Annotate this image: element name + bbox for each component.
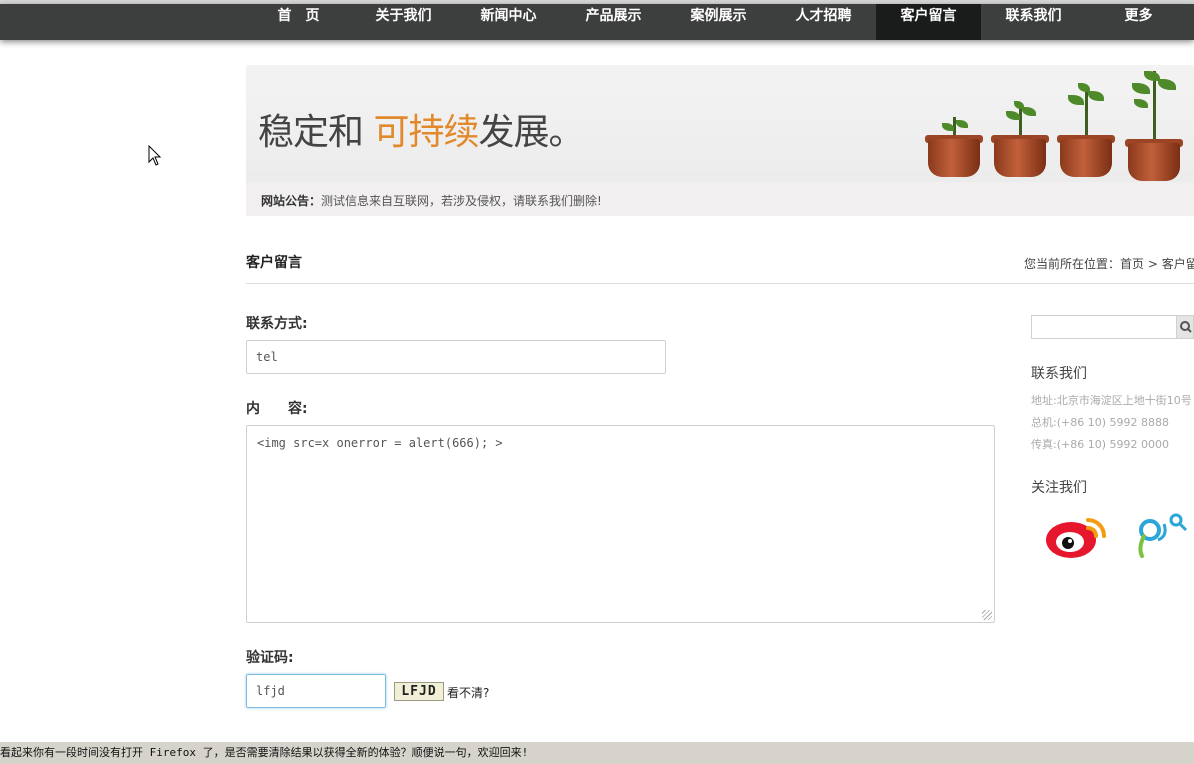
- contact-label: 联系方式:: [246, 316, 308, 332]
- search-icon: [1180, 321, 1192, 333]
- plant-pot-icon: [1125, 65, 1183, 181]
- nav-about[interactable]: 关于我们: [351, 4, 456, 40]
- plant-pot-icon: [1057, 65, 1115, 177]
- contact-input[interactable]: tel: [246, 340, 666, 374]
- nav-cases[interactable]: 案例展示: [666, 4, 771, 40]
- nav-home[interactable]: 首 页: [246, 4, 351, 40]
- site-notice: 网站公告：测试信息来自互联网，若涉及侵权，请联系我们删除!: [246, 182, 1194, 216]
- breadcrumb-home-link[interactable]: 首页: [1120, 257, 1144, 271]
- captcha-label: 验证码:: [246, 650, 294, 666]
- notice-text: 测试信息来自互联网，若涉及侵权，请联系我们删除!: [321, 194, 602, 208]
- nav-news[interactable]: 新闻中心: [456, 4, 561, 40]
- breadcrumb: 您当前所在位置：首页 > 客户留言: [1024, 257, 1194, 271]
- mouse-cursor-icon: [148, 145, 162, 166]
- captcha-refresh-link[interactable]: 看不清?: [447, 684, 489, 701]
- weibo-icon[interactable]: [1044, 506, 1110, 560]
- banner: 稳定和 可持续发展。: [246, 65, 1194, 182]
- sidebar-contact-heading: 联系我们: [1031, 366, 1087, 382]
- plant-pot-icon: [925, 65, 983, 177]
- nav-more[interactable]: 更多: [1086, 4, 1191, 40]
- page-title: 客户留言: [246, 255, 302, 271]
- tencent-weibo-icon[interactable]: [1134, 510, 1190, 558]
- resize-handle-icon[interactable]: [982, 610, 992, 620]
- sidebar-address: 地址:北京市海淀区上地十街10号: [1031, 394, 1192, 407]
- search-button[interactable]: [1176, 315, 1194, 339]
- plant-pot-icon: [991, 65, 1049, 177]
- captcha-input[interactable]: lfjd: [246, 674, 386, 708]
- captcha-image[interactable]: LFJD: [394, 682, 444, 701]
- sidebar-fax: 传真:(+86 10) 5992 0000: [1031, 438, 1169, 451]
- nav-jobs[interactable]: 人才招聘: [771, 4, 876, 40]
- content-label: 内 容:: [246, 401, 308, 417]
- sidebar-search-input[interactable]: [1031, 315, 1177, 339]
- nav-guestbook[interactable]: 客户留言: [876, 4, 981, 40]
- divider: [246, 283, 1194, 284]
- sidebar-phone: 总机:(+86 10) 5992 8888: [1031, 416, 1169, 429]
- browser-status-bar: 看起来你有一段时间没有打开 Firefox 了，是否需要清除结果以获得全新的体验…: [0, 742, 1194, 764]
- nav-contact[interactable]: 联系我们: [981, 4, 1086, 40]
- main-nav: 首 页 关于我们 新闻中心 产品展示 案例展示 人才招聘 客户留言 联系我们 更…: [0, 4, 1194, 40]
- notice-label: 网站公告：: [261, 194, 322, 208]
- sidebar-follow-heading: 关注我们: [1031, 480, 1087, 496]
- banner-slogan: 稳定和 可持续发展。: [258, 112, 584, 153]
- nav-products[interactable]: 产品展示: [561, 4, 666, 40]
- content-textarea[interactable]: <img src=x onerror = alert(666); >: [246, 425, 995, 623]
